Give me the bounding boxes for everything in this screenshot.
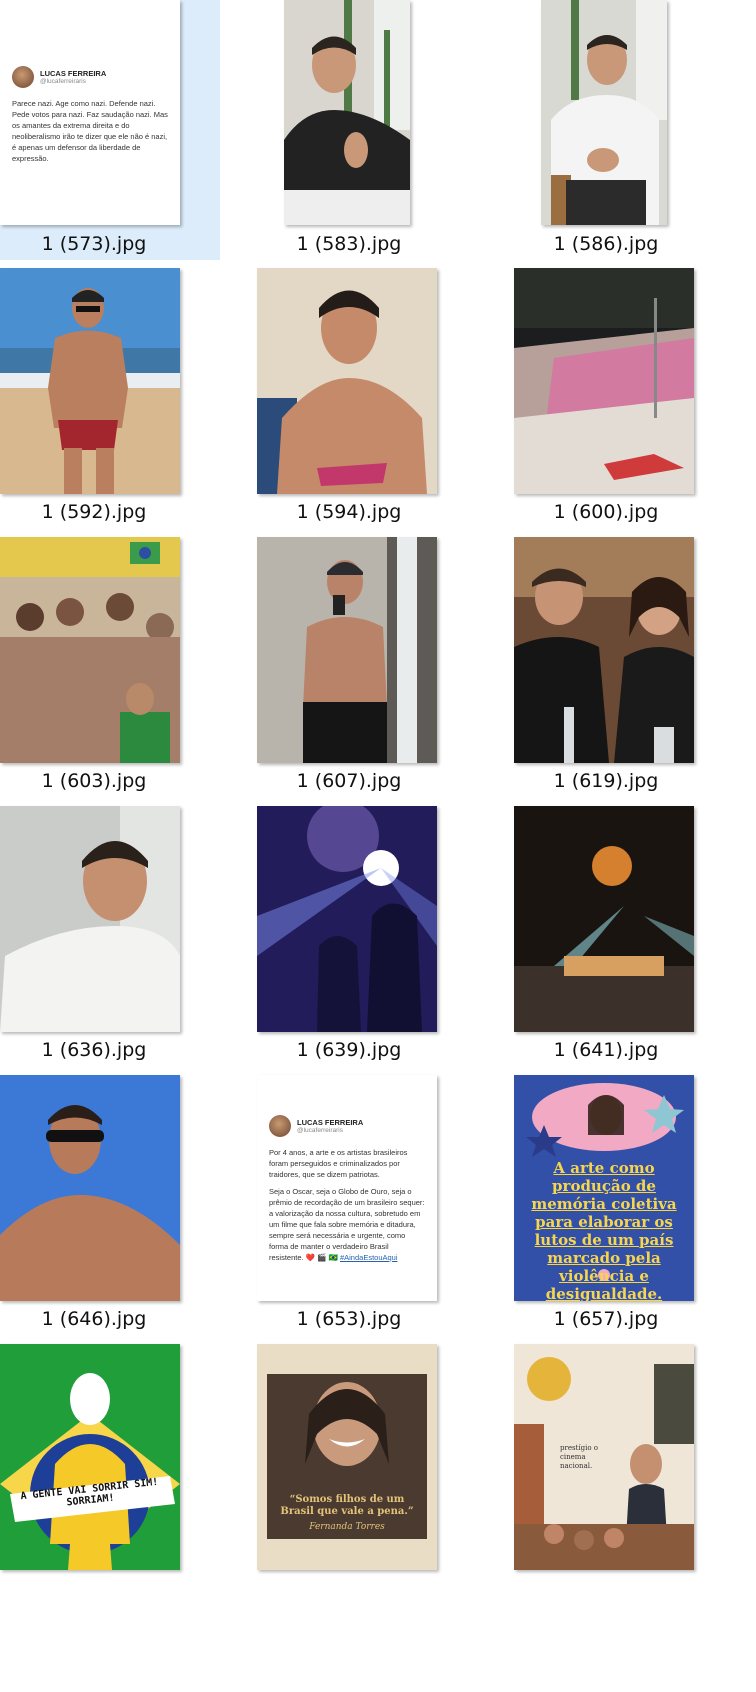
file-item-583[interactable]: 1 (583).jpg: [257, 0, 477, 260]
hashtag-link[interactable]: #AindaEstouAqui: [340, 1253, 398, 1262]
file-item-collage[interactable]: prestígio o cinema nacional.: [514, 1344, 734, 1692]
tweet-handle: @lucaferreiraris: [40, 78, 86, 85]
thumbnail: [0, 1075, 180, 1301]
tweet-paragraph-2: Seja o Oscar, seja o Globo de Ouro, seja…: [269, 1187, 425, 1262]
file-name: 1 (594).jpg: [296, 501, 402, 523]
tweet-author: LUCAS FERREIRA: [40, 69, 107, 78]
thumbnail: [514, 537, 694, 763]
file-name: 1 (592).jpg: [41, 501, 147, 523]
file-item-poster[interactable]: “Somos filhos de um Brasil que vale a pe…: [257, 1344, 477, 1692]
poster-text: A arte como produção de memória coletiva…: [531, 1159, 677, 1301]
tweet-preview: LUCAS FERREIRA @lucaferreiraris Por 4 an…: [257, 1075, 437, 1301]
thumbnail: A GENTE VAI SORRIR SIM! SORRIAM!: [0, 1344, 180, 1570]
file-item-594[interactable]: 1 (594).jpg: [257, 268, 477, 528]
file-name: 1 (600).jpg: [553, 501, 659, 523]
tweet-preview: LUCAS FERREIRA @lucaferreiraris Parece n…: [0, 0, 180, 225]
file-name: 1 (653).jpg: [296, 1308, 402, 1330]
thumbnail: [0, 806, 180, 1032]
file-name: 1 (573).jpg: [41, 233, 147, 255]
file-item-653[interactable]: LUCAS FERREIRA @lucaferreiraris Por 4 an…: [257, 1075, 477, 1335]
file-item-657[interactable]: A arte como produção de memória coletiva…: [514, 1075, 734, 1335]
thumbnail: [257, 537, 437, 763]
file-name: 1 (636).jpg: [41, 1039, 147, 1061]
thumbnail: [541, 0, 667, 225]
file-item-600[interactable]: 1 (600).jpg: [514, 268, 734, 528]
thumbnail: “Somos filhos de um Brasil que vale a pe…: [257, 1344, 437, 1570]
thumbnail: LUCAS FERREIRA @lucaferreiraris Por 4 an…: [257, 1075, 437, 1301]
file-item-636[interactable]: 1 (636).jpg: [0, 806, 220, 1066]
file-name: 1 (603).jpg: [41, 770, 147, 792]
tweet-handle: @lucaferreiraris: [297, 1127, 343, 1134]
file-item-illustration[interactable]: A GENTE VAI SORRIR SIM! SORRIAM!: [0, 1344, 220, 1692]
poster-quote: “Somos filhos de um Brasil que vale a pe…: [280, 1494, 414, 1517]
tweet-text: Parece nazi. Age como nazi. Defende nazi…: [12, 99, 168, 163]
file-name: 1 (657).jpg: [553, 1308, 659, 1330]
thumbnail: prestígio o cinema nacional.: [514, 1344, 694, 1570]
file-item-592[interactable]: 1 (592).jpg: [0, 268, 220, 528]
file-item-573[interactable]: LUCAS FERREIRA @lucaferreiraris Parece n…: [0, 0, 220, 260]
collage-text: prestígio o cinema nacional.: [560, 1444, 598, 1470]
thumbnail: [0, 268, 180, 494]
file-name: 1 (607).jpg: [296, 770, 402, 792]
poster-author: Fernanda Torres: [309, 1522, 385, 1532]
thumbnail: [514, 806, 694, 1032]
thumbnail: [257, 806, 437, 1032]
file-item-607[interactable]: 1 (607).jpg: [257, 537, 477, 797]
file-name: 1 (619).jpg: [553, 770, 659, 792]
file-item-586[interactable]: 1 (586).jpg: [514, 0, 734, 260]
thumbnail: [0, 537, 180, 763]
tweet-author: LUCAS FERREIRA: [297, 1118, 364, 1127]
file-name: 1 (586).jpg: [553, 233, 659, 255]
file-item-646[interactable]: 1 (646).jpg: [0, 1075, 220, 1335]
file-grid: LUCAS FERREIRA @lucaferreiraris Parece n…: [0, 0, 756, 1692]
file-item-641[interactable]: 1 (641).jpg: [514, 806, 734, 1066]
file-item-603[interactable]: 1 (603).jpg: [0, 537, 220, 797]
file-name: 1 (646).jpg: [41, 1308, 147, 1330]
thumbnail: [257, 268, 437, 494]
file-name: 1 (639).jpg: [296, 1039, 402, 1061]
file-item-639[interactable]: 1 (639).jpg: [257, 806, 477, 1066]
avatar: [12, 66, 34, 88]
thumbnail: [284, 0, 410, 225]
thumbnail: A arte como produção de memória coletiva…: [514, 1075, 694, 1301]
tweet-paragraph-1: Por 4 anos, a arte e os artistas brasile…: [269, 1148, 408, 1179]
file-name: 1 (641).jpg: [553, 1039, 659, 1061]
thumbnail: LUCAS FERREIRA @lucaferreiraris Parece n…: [0, 0, 180, 225]
thumbnail: [514, 268, 694, 494]
avatar: [269, 1115, 291, 1137]
file-item-619[interactable]: 1 (619).jpg: [514, 537, 734, 797]
file-name: 1 (583).jpg: [296, 233, 402, 255]
